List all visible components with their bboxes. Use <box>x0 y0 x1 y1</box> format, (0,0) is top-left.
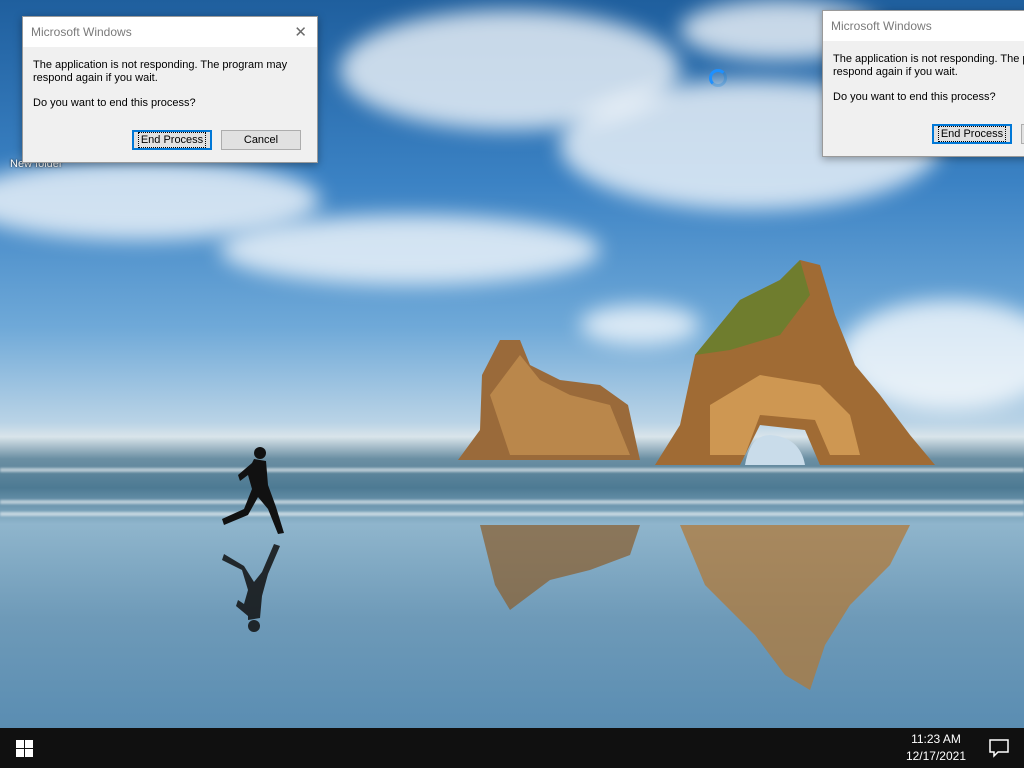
clock-date: 12/17/2021 <box>905 749 966 763</box>
rock-reflection <box>480 525 640 610</box>
system-clock[interactable]: 11:23 AM 12/17/2021 <box>906 731 966 765</box>
cancel-button[interactable]: Cancel <box>221 130 301 150</box>
start-button[interactable] <box>0 728 48 768</box>
taskbar: 11:23 AM 12/17/2021 <box>0 728 1024 768</box>
end-process-label: End Process <box>137 132 207 148</box>
wave-line <box>0 468 1024 472</box>
dialog-title-bar-2[interactable]: Microsoft Windows <box>823 11 1024 41</box>
dialog-title-bar[interactable]: Microsoft Windows ✕ <box>23 17 317 47</box>
close-icon[interactable]: ✕ <box>294 23 307 41</box>
wave-line <box>0 500 1024 504</box>
end-process-label-2: End Process <box>937 126 1007 142</box>
end-process-button-2[interactable]: End Process <box>932 124 1012 144</box>
rock-arch <box>655 260 935 465</box>
clock-time: 11:23 AM <box>911 732 961 746</box>
dialog-message-line1: The application is not responding. The p <box>833 53 1024 65</box>
busy-spinner-icon <box>709 69 727 87</box>
wave-line <box>0 512 1024 516</box>
dialog-title: Microsoft Windows <box>31 25 132 39</box>
action-center-icon[interactable] <box>988 738 1010 758</box>
dialog-message-line2: respond again if you wait. <box>833 66 958 78</box>
dialog-title-2: Microsoft Windows <box>831 19 932 33</box>
not-responding-dialog-2: Microsoft Windows The application is not… <box>822 10 1024 157</box>
not-responding-dialog: Microsoft Windows ✕ The application is n… <box>22 16 318 163</box>
arch-reflection <box>680 525 910 690</box>
dialog-message: The application is not responding. The p… <box>33 59 288 84</box>
cloud <box>220 215 600 285</box>
runner-silhouette <box>222 447 284 534</box>
windows-logo-icon <box>15 739 33 757</box>
cancel-label: Cancel <box>243 134 279 146</box>
end-process-button[interactable]: End Process <box>132 130 212 150</box>
runner-reflection <box>222 544 280 632</box>
dialog-question-2: Do you want to end this process? <box>833 91 996 103</box>
rock-left <box>458 340 640 460</box>
dialog-question: Do you want to end this process? <box>33 97 196 109</box>
